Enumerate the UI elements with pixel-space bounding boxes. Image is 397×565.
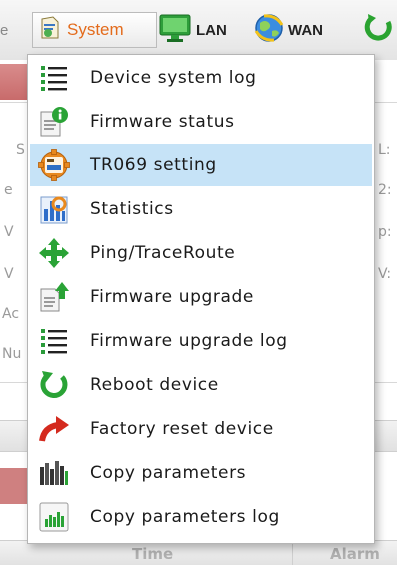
menu-item-label: Firmware upgrade [90, 287, 254, 307]
monitor-icon [158, 13, 192, 47]
menu-item-firmware-status[interactable]: Firmware status [30, 101, 372, 143]
menu-item-device-system-log[interactable]: Device system log [30, 57, 372, 99]
menu-item-tr069-setting[interactable]: TR069 setting [30, 144, 372, 186]
reboot-arrow-icon [36, 367, 72, 403]
copy-log-icon [36, 499, 72, 535]
copy-bars-icon [36, 455, 72, 491]
menu-item-label: Firmware status [90, 112, 235, 132]
obscured-value: 2: [378, 182, 392, 198]
nav-item-next[interactable] [362, 10, 394, 50]
move-arrows-icon [36, 235, 72, 271]
globe-icon [252, 11, 286, 49]
menu-item-label: TR069 setting [90, 155, 217, 175]
obscured-value: L: [378, 142, 391, 158]
refresh-icon [362, 12, 394, 48]
section-header-fragment [0, 468, 28, 504]
menu-item-reboot-device[interactable]: Reboot device [30, 364, 372, 406]
menu-item-statistics[interactable]: Statistics [30, 188, 372, 230]
nav-item-label: WAN [288, 21, 323, 39]
menu-item-label: Device system log [90, 68, 257, 88]
reset-arrow-icon [36, 411, 72, 447]
menu-item-label: Reboot device [90, 375, 219, 395]
menu-item-copy-parameters[interactable]: Copy parameters [30, 452, 372, 494]
obscured-label: Ac [2, 306, 20, 322]
upload-document-icon [36, 279, 72, 315]
nav-item-wan[interactable]: WAN [252, 10, 323, 50]
nav-item-label: e [0, 21, 9, 39]
system-dropdown-menu: Device system log Firmware status TR069 … [27, 54, 375, 544]
obscured-value: p: [378, 224, 392, 240]
table-column-alarm: Alarm [330, 545, 380, 563]
list-icon [36, 323, 72, 359]
menu-item-label: Copy parameters [90, 463, 247, 483]
menu-item-firmware-upgrade[interactable]: Firmware upgrade [30, 276, 372, 318]
menu-item-factory-reset-device[interactable]: Factory reset device [30, 408, 372, 450]
menu-item-copy-parameters-log[interactable]: Copy parameters log [30, 496, 372, 538]
system-icon [39, 16, 61, 44]
main-nav: e System LAN WAN [0, 10, 397, 50]
obscured-label: Nu [2, 346, 22, 362]
table-column-time: Time [132, 545, 174, 563]
obscured-label: V [4, 224, 14, 240]
nav-item-label: LAN [196, 21, 227, 39]
obscured-label: V [4, 266, 14, 282]
menu-item-firmware-upgrade-log[interactable]: Firmware upgrade log [30, 320, 372, 362]
menu-item-label: Ping/TraceRoute [90, 243, 236, 263]
menu-item-label: Copy parameters log [90, 507, 280, 527]
statistics-icon [36, 191, 72, 227]
menu-item-label: Firmware upgrade log [90, 331, 288, 351]
menu-item-label: Factory reset device [90, 419, 274, 439]
menu-item-ping-traceroute[interactable]: Ping/TraceRoute [30, 232, 372, 274]
obscured-label: e [4, 182, 13, 198]
obscured-label: S [16, 142, 25, 158]
nav-item-lan[interactable]: LAN [158, 10, 227, 50]
obscured-value: V: [378, 266, 392, 282]
menu-item-label: Statistics [90, 199, 174, 219]
nav-item-label: System [67, 20, 124, 39]
list-icon [36, 60, 72, 96]
nav-item-system[interactable]: System [32, 12, 157, 48]
info-document-icon [36, 104, 72, 140]
tr069-gear-icon [36, 147, 72, 183]
nav-item-truncated[interactable]: e [0, 10, 8, 50]
